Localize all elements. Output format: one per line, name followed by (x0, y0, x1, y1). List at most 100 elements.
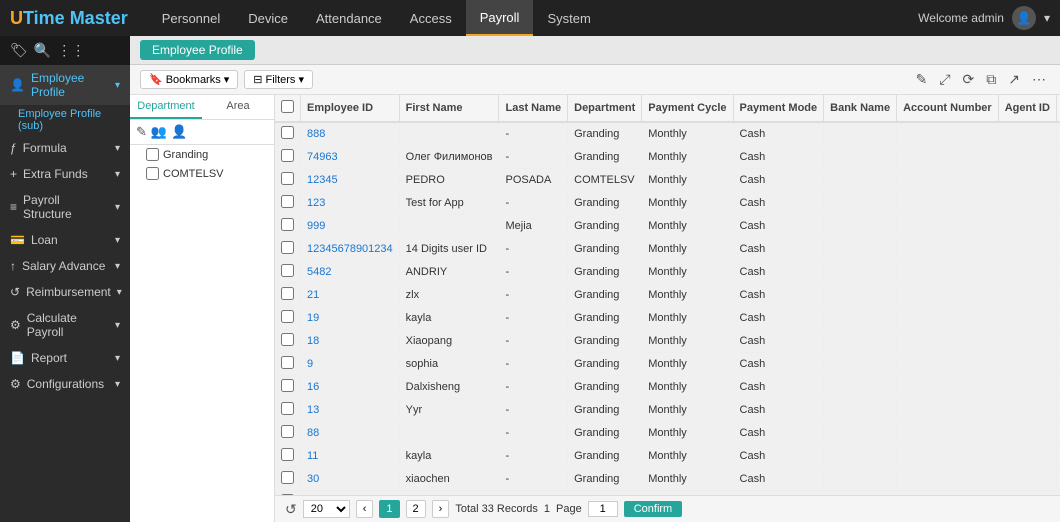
row-select-15[interactable] (281, 471, 294, 484)
panel-edit-icon[interactable]: ✎ (136, 124, 147, 140)
row-checkbox-11[interactable] (275, 376, 301, 399)
row-select-13[interactable] (281, 425, 294, 438)
row-select-12[interactable] (281, 402, 294, 415)
bookmarks-button[interactable]: 🔖 Bookmarks ▾ (140, 70, 238, 89)
toolbar-right: ✎ ⤢ ⟳ ⧉ ↗ ⋯ (912, 69, 1050, 90)
row-id-3[interactable]: 123 (301, 192, 400, 215)
row-checkbox-10[interactable] (275, 353, 301, 376)
sidebar-employee-profile-sub[interactable]: Employee Profile (sub) (0, 105, 130, 135)
row-checkbox-2[interactable] (275, 169, 301, 192)
nav-device[interactable]: Device (234, 0, 302, 36)
nav-payroll[interactable]: Payroll (466, 0, 534, 36)
tab-area[interactable]: Area (202, 95, 274, 119)
granding-checkbox[interactable] (146, 148, 159, 161)
prev-page-button[interactable]: ‹ (356, 500, 374, 518)
page-1-button[interactable]: 1 (379, 500, 399, 518)
row-checkbox-14[interactable] (275, 445, 301, 468)
row-select-11[interactable] (281, 379, 294, 392)
row-checkbox-13[interactable] (275, 422, 301, 445)
row-checkbox-5[interactable] (275, 238, 301, 261)
row-select-0[interactable] (281, 126, 294, 139)
row-id-14[interactable]: 11 (301, 445, 400, 468)
sidebar-item-extra-funds[interactable]: + Extra Funds ▾ (0, 161, 130, 187)
row-id-4[interactable]: 999 (301, 215, 400, 238)
row-id-9[interactable]: 18 (301, 330, 400, 353)
row-id-10[interactable]: 9 (301, 353, 400, 376)
row-checkbox-8[interactable] (275, 307, 301, 330)
nav-access[interactable]: Access (396, 0, 466, 36)
employee-profile-tab[interactable]: Employee Profile (140, 40, 255, 60)
copy-icon-btn[interactable]: ⧉ (982, 69, 1000, 90)
sidebar-item-employee-profile[interactable]: 👤 Employee Profile ▾ (0, 65, 130, 105)
share-icon-btn[interactable]: ↗ (1004, 69, 1024, 90)
row-checkbox-0[interactable] (275, 122, 301, 146)
comtelsv-checkbox[interactable] (146, 167, 159, 180)
sidebar-item-salary-advance[interactable]: ↑ Salary Advance ▾ (0, 253, 130, 279)
filters-button[interactable]: ⊟ Filters ▾ (244, 70, 313, 89)
row-select-3[interactable] (281, 195, 294, 208)
next-page-button[interactable]: › (432, 500, 450, 518)
row-id-15[interactable]: 30 (301, 468, 400, 491)
row-id-13[interactable]: 88 (301, 422, 400, 445)
columns-icon[interactable]: ⋮⋮ (57, 42, 85, 59)
row-id-1[interactable]: 74963 (301, 146, 400, 169)
nav-system[interactable]: System (533, 0, 604, 36)
sidebar-item-report[interactable]: 📄 Report ▾ (0, 345, 130, 371)
nav-personnel[interactable]: Personnel (148, 0, 235, 36)
row-id-12[interactable]: 13 (301, 399, 400, 422)
row-id-11[interactable]: 16 (301, 376, 400, 399)
row-select-9[interactable] (281, 333, 294, 346)
panel-group-icon[interactable]: 👥 (151, 124, 167, 140)
page-2-button[interactable]: 2 (406, 500, 426, 518)
row-checkbox-12[interactable] (275, 399, 301, 422)
edit-icon-btn[interactable]: ✎ (912, 69, 932, 90)
row-checkbox-4[interactable] (275, 215, 301, 238)
row-checkbox-7[interactable] (275, 284, 301, 307)
sidebar-item-formula[interactable]: ƒ Formula ▾ (0, 135, 130, 161)
chevron-down-icon[interactable]: ▾ (1044, 11, 1050, 25)
tree-item-comtelsv[interactable]: COMTELSV (130, 164, 274, 183)
tag-icon[interactable]: 🏷 (10, 42, 28, 59)
history-icon-btn[interactable]: ⟳ (959, 69, 979, 90)
row-id-8[interactable]: 19 (301, 307, 400, 330)
sidebar-item-loan[interactable]: 💳 Loan ▾ (0, 227, 130, 253)
refresh-button[interactable]: ↺ (285, 501, 297, 518)
row-select-14[interactable] (281, 448, 294, 461)
nav-attendance[interactable]: Attendance (302, 0, 396, 36)
row-select-10[interactable] (281, 356, 294, 369)
page-size-select[interactable]: 10 20 50 100 (303, 500, 350, 518)
row-id-0[interactable]: 888 (301, 122, 400, 146)
sidebar-item-reimbursement[interactable]: ↺ Reimbursement ▾ (0, 279, 130, 305)
row-id-5[interactable]: 12345678901234 (301, 238, 400, 261)
table-container: Employee ID First Name Last Name Departm… (275, 95, 1060, 495)
row-select-4[interactable] (281, 218, 294, 231)
row-select-5[interactable] (281, 241, 294, 254)
panel-person-icon[interactable]: 👤 (171, 124, 187, 140)
sidebar-item-calculate-payroll[interactable]: ⚙ Calculate Payroll ▾ (0, 305, 130, 345)
row-checkbox-3[interactable] (275, 192, 301, 215)
user-avatar[interactable]: 👤 (1012, 6, 1036, 30)
row-checkbox-6[interactable] (275, 261, 301, 284)
tree-item-granding[interactable]: Granding (130, 145, 274, 164)
row-checkbox-1[interactable] (275, 146, 301, 169)
row-select-2[interactable] (281, 172, 294, 185)
sidebar-item-configurations[interactable]: ⚙ Configurations ▾ (0, 371, 130, 397)
row-checkbox-9[interactable] (275, 330, 301, 353)
row-checkbox-15[interactable] (275, 468, 301, 491)
row-id-6[interactable]: 5482 (301, 261, 400, 284)
row-last-name-13: - (499, 422, 568, 445)
expand-icon-btn[interactable]: ⤢ (935, 69, 954, 90)
search-icon[interactable]: 🔍 (34, 42, 51, 59)
row-id-2[interactable]: 12345 (301, 169, 400, 192)
confirm-button[interactable]: Confirm (624, 501, 683, 517)
tab-department[interactable]: Department (130, 95, 202, 119)
sidebar-item-payroll-structure[interactable]: ≡ Payroll Structure ▾ (0, 187, 130, 227)
row-select-6[interactable] (281, 264, 294, 277)
row-id-7[interactable]: 21 (301, 284, 400, 307)
row-select-8[interactable] (281, 310, 294, 323)
more-icon-btn[interactable]: ⋯ (1028, 69, 1050, 90)
row-select-7[interactable] (281, 287, 294, 300)
select-all-checkbox[interactable] (281, 100, 294, 113)
page-number-input[interactable] (588, 501, 618, 517)
row-select-1[interactable] (281, 149, 294, 162)
